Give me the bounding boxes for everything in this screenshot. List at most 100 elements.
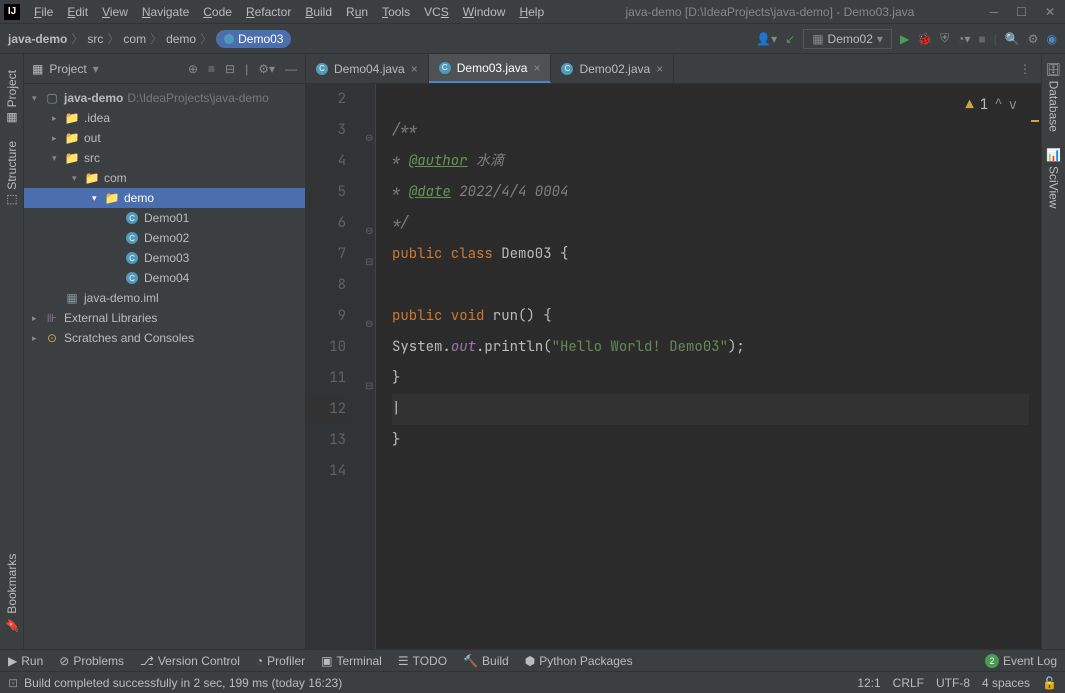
- collapse-all-icon[interactable]: ⊟: [225, 62, 235, 76]
- profile-icon[interactable]: ◔▾: [957, 32, 970, 46]
- tree-file[interactable]: C Demo03: [24, 248, 305, 268]
- expand-arrow-icon[interactable]: ▾: [92, 193, 104, 204]
- sep-icon: 〉: [150, 30, 162, 47]
- menu-window[interactable]: Window: [457, 3, 512, 21]
- tree-folder-idea[interactable]: ▸ 📁 .idea: [24, 108, 305, 128]
- breadcrumb-part[interactable]: com: [123, 32, 146, 46]
- cursor-position[interactable]: 12:1: [857, 676, 880, 690]
- menu-navigate[interactable]: Navigate: [136, 3, 195, 21]
- tree-folder-out[interactable]: ▸ 📁 out: [24, 128, 305, 148]
- expand-arrow-icon[interactable]: ▾: [32, 93, 44, 104]
- tool-tab-problems[interactable]: ⊘Problems: [59, 654, 124, 668]
- code-area[interactable]: 2 3 4 5 6 7 8 9 10 11 12 13 14 ⊖ ⊖ ⊟ ⊖ ⊟: [306, 84, 1041, 649]
- tabs-more-icon[interactable]: ⋮: [1009, 54, 1041, 83]
- sciview-icon: 📊: [1047, 148, 1061, 163]
- expand-arrow-icon[interactable]: ▸: [52, 113, 64, 124]
- tool-tab-build[interactable]: 🔨Build: [463, 654, 509, 668]
- breadcrumb-part[interactable]: demo: [166, 32, 196, 46]
- tool-tab-python[interactable]: ⬢Python Packages: [525, 654, 633, 668]
- settings-icon[interactable]: ⚙▾: [258, 62, 275, 76]
- close-tab-icon[interactable]: ×: [656, 62, 663, 76]
- project-panel-title[interactable]: ▦ Project ▾: [32, 62, 99, 76]
- menu-build[interactable]: Build: [299, 3, 338, 21]
- tool-tab-event-log[interactable]: 2Event Log: [985, 654, 1057, 668]
- tree-file[interactable]: C Demo04: [24, 268, 305, 288]
- tree-external-libs[interactable]: ▸ ⊪ External Libraries: [24, 308, 305, 328]
- expand-arrow-icon[interactable]: ▾: [72, 173, 84, 184]
- expand-arrow-icon[interactable]: ▸: [32, 313, 44, 324]
- maximize-icon[interactable]: ☐: [1016, 5, 1027, 19]
- editor-tab-active[interactable]: C Demo03.java ×: [429, 54, 552, 83]
- expand-arrow-icon[interactable]: ▾: [52, 153, 64, 164]
- expand-arrow-icon[interactable]: ▸: [52, 133, 64, 144]
- menu-edit[interactable]: Edit: [61, 3, 94, 21]
- learn-icon[interactable]: ◉: [1047, 32, 1057, 46]
- run-config-selector[interactable]: ▦ Demo02 ▾: [803, 29, 892, 49]
- fold-icon[interactable]: ⊖: [365, 215, 373, 246]
- fold-icon[interactable]: ⊟: [365, 370, 373, 401]
- tree-file-iml[interactable]: ▦ java-demo.iml: [24, 288, 305, 308]
- tool-tab-terminal[interactable]: ▣Terminal: [321, 654, 382, 668]
- tool-tab-sciview[interactable]: 📊 SciView: [1045, 140, 1063, 216]
- fold-icon[interactable]: ⊖: [365, 308, 373, 339]
- close-icon[interactable]: ✕: [1045, 5, 1055, 19]
- menu-view[interactable]: View: [96, 3, 134, 21]
- warning-marker-icon[interactable]: [1031, 120, 1039, 122]
- coverage-icon[interactable]: ⛨: [940, 31, 949, 46]
- breadcrumb-current[interactable]: Demo03: [216, 30, 291, 48]
- run-icon[interactable]: ▶: [900, 32, 909, 46]
- menu-code[interactable]: Code: [197, 3, 238, 21]
- settings-icon[interactable]: ⚙: [1028, 32, 1039, 46]
- tree-folder-demo[interactable]: ▾ 📁 demo: [24, 188, 305, 208]
- indent-info[interactable]: 4 spaces: [982, 676, 1030, 690]
- stop-icon[interactable]: ■: [978, 32, 985, 46]
- close-tab-icon[interactable]: ×: [411, 62, 418, 76]
- tool-tab-run[interactable]: ▶Run: [8, 654, 43, 668]
- menu-help[interactable]: Help: [513, 3, 550, 21]
- tree-file[interactable]: C Demo02: [24, 228, 305, 248]
- menu-refactor[interactable]: Refactor: [240, 3, 297, 21]
- editor-tab[interactable]: C Demo04.java ×: [306, 54, 429, 83]
- tree-root[interactable]: ▾ ▢ java-demo D:\IdeaProjects\java-demo: [24, 88, 305, 108]
- breadcrumb-root[interactable]: java-demo: [8, 32, 67, 46]
- close-tab-icon[interactable]: ×: [533, 61, 540, 75]
- class-icon: C: [561, 63, 573, 75]
- fold-icon[interactable]: ⊟: [365, 246, 373, 277]
- tool-tab-profiler[interactable]: ◔Profiler: [256, 654, 305, 668]
- tree-scratches[interactable]: ▸ ⊙ Scratches and Consoles: [24, 328, 305, 348]
- tool-tab-vcs[interactable]: ⎇Version Control: [140, 654, 240, 668]
- menu-file[interactable]: File: [28, 3, 59, 21]
- file-encoding[interactable]: UTF-8: [936, 676, 970, 690]
- inspection-indicator[interactable]: ▲ 1 ^ v: [965, 90, 1017, 121]
- expand-arrow-icon[interactable]: ▸: [32, 333, 44, 344]
- tool-tab-structure[interactable]: ⬚ Structure: [3, 133, 21, 216]
- hide-icon[interactable]: —: [285, 62, 297, 76]
- menu-vcs[interactable]: VCS: [418, 3, 455, 21]
- menu-run[interactable]: Run: [340, 3, 374, 21]
- prev-highlight-icon[interactable]: ^: [994, 90, 1002, 121]
- fold-icon[interactable]: ⊖: [365, 122, 373, 153]
- menu-tools[interactable]: Tools: [376, 3, 416, 21]
- tree-file[interactable]: C Demo01: [24, 208, 305, 228]
- error-stripe[interactable]: [1029, 84, 1041, 649]
- debug-icon[interactable]: 🐞: [917, 32, 932, 46]
- tree-folder-src[interactable]: ▾ 📁 src: [24, 148, 305, 168]
- tool-tab-bookmarks[interactable]: 🔖 Bookmarks: [3, 546, 21, 641]
- breadcrumb-part[interactable]: src: [87, 32, 103, 46]
- user-icon[interactable]: 👤▾: [756, 32, 777, 46]
- tool-tab-database[interactable]: 🗄 Database: [1045, 54, 1063, 140]
- search-icon[interactable]: 🔍: [1005, 32, 1020, 46]
- status-icon[interactable]: ⊡: [8, 676, 18, 690]
- minimize-icon[interactable]: ─: [990, 5, 999, 19]
- next-highlight-icon[interactable]: v: [1009, 90, 1017, 121]
- build-icon[interactable]: ↙: [785, 32, 795, 46]
- editor-tab[interactable]: C Demo02.java ×: [551, 54, 674, 83]
- readonly-icon[interactable]: 🔓: [1042, 676, 1057, 690]
- tool-tab-todo[interactable]: ☰TODO: [398, 654, 447, 668]
- expand-all-icon[interactable]: ≡: [208, 62, 215, 76]
- tool-tab-project[interactable]: ▦ Project: [3, 62, 21, 133]
- select-opened-icon[interactable]: ⊕: [188, 62, 198, 76]
- line-separator[interactable]: CRLF: [893, 676, 924, 690]
- tree-folder-com[interactable]: ▾ 📁 com: [24, 168, 305, 188]
- code-text[interactable]: /** * @author 水滴 * @date 2022/4/4 0004 *…: [376, 84, 1041, 649]
